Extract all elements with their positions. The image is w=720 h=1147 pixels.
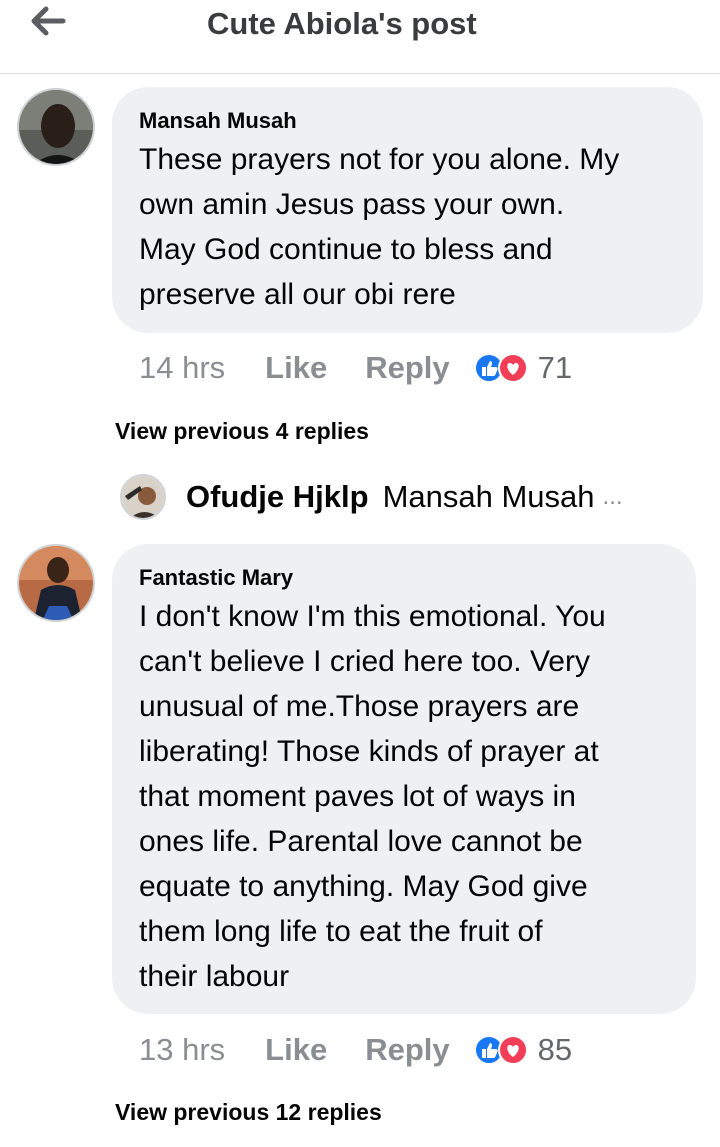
comment-line: can't believe I cried here too. Very	[139, 645, 590, 678]
view-previous-replies[interactable]: View previous 4 replies	[115, 418, 369, 445]
reply-author[interactable]: Ofudje Hjklp	[186, 479, 369, 515]
arrow-left-icon	[31, 6, 66, 36]
view-previous-replies[interactable]: View previous 12 replies	[115, 1099, 382, 1126]
comment-line: These prayers not for you alone. My	[139, 143, 620, 176]
reply-button[interactable]: Reply	[365, 350, 449, 386]
reaction-summary[interactable]: 71	[473, 350, 573, 386]
page-title: Cute Abiola's post	[207, 6, 477, 41]
profile-photo-icon	[19, 90, 93, 164]
comment-text: I don't know I'm this emotional. You can…	[139, 594, 691, 999]
comment-line: ones life. Parental love cannot be	[139, 825, 583, 858]
reaction-count: 85	[537, 1032, 573, 1067]
avatar[interactable]	[17, 544, 95, 622]
comment-line: liberating! Those kinds of prayer at	[139, 735, 599, 768]
top-bar: Cute Abiola's post	[0, 0, 720, 74]
love-reaction-icon	[497, 353, 528, 383]
like-button[interactable]: Like	[265, 1032, 327, 1068]
comment-line: own amin Jesus pass your own.	[139, 188, 565, 221]
comment-line: I don't know I'm this emotional. You	[139, 600, 606, 633]
profile-photo-icon	[122, 476, 164, 518]
comment-author[interactable]: Fantastic Mary	[139, 565, 293, 591]
reaction-summary[interactable]: 85	[473, 1032, 573, 1068]
comment-actions: 13 hrs Like Reply 85	[139, 1030, 572, 1070]
comment-timestamp[interactable]: 13 hrs	[139, 1032, 225, 1068]
comment-author[interactable]: Mansah Musah	[139, 108, 297, 134]
love-reaction-icon	[497, 1035, 528, 1065]
reply-preview-text: Mansah Musah	[382, 479, 595, 514]
avatar[interactable]	[17, 88, 95, 166]
comment-line: them long life to eat the fruit of	[139, 915, 543, 948]
avatar	[120, 474, 166, 520]
reply-button[interactable]: Reply	[365, 1032, 449, 1068]
comment-line: May God continue to bless and	[139, 233, 553, 266]
reaction-count: 71	[537, 350, 573, 385]
comment-text: These prayers not for you alone. My own …	[139, 137, 695, 317]
reply-ellipsis: ...	[602, 483, 623, 510]
reply-preview[interactable]: Ofudje Hjklp Mansah Musah ...	[120, 472, 623, 522]
comment-line: unusual of me.Those prayers are	[139, 690, 580, 723]
comment-line: equate to anything. May God give	[139, 870, 588, 903]
comment-actions: 14 hrs Like Reply 71	[139, 348, 572, 388]
comment-timestamp[interactable]: 14 hrs	[139, 350, 225, 386]
back-button[interactable]	[28, 4, 68, 38]
comment-line: their labour	[139, 960, 290, 993]
like-button[interactable]: Like	[265, 350, 327, 386]
comment-line: that moment paves lot of ways in	[139, 780, 576, 813]
comment-line: preserve all our obi rere	[139, 278, 456, 311]
profile-photo-icon	[19, 546, 93, 620]
